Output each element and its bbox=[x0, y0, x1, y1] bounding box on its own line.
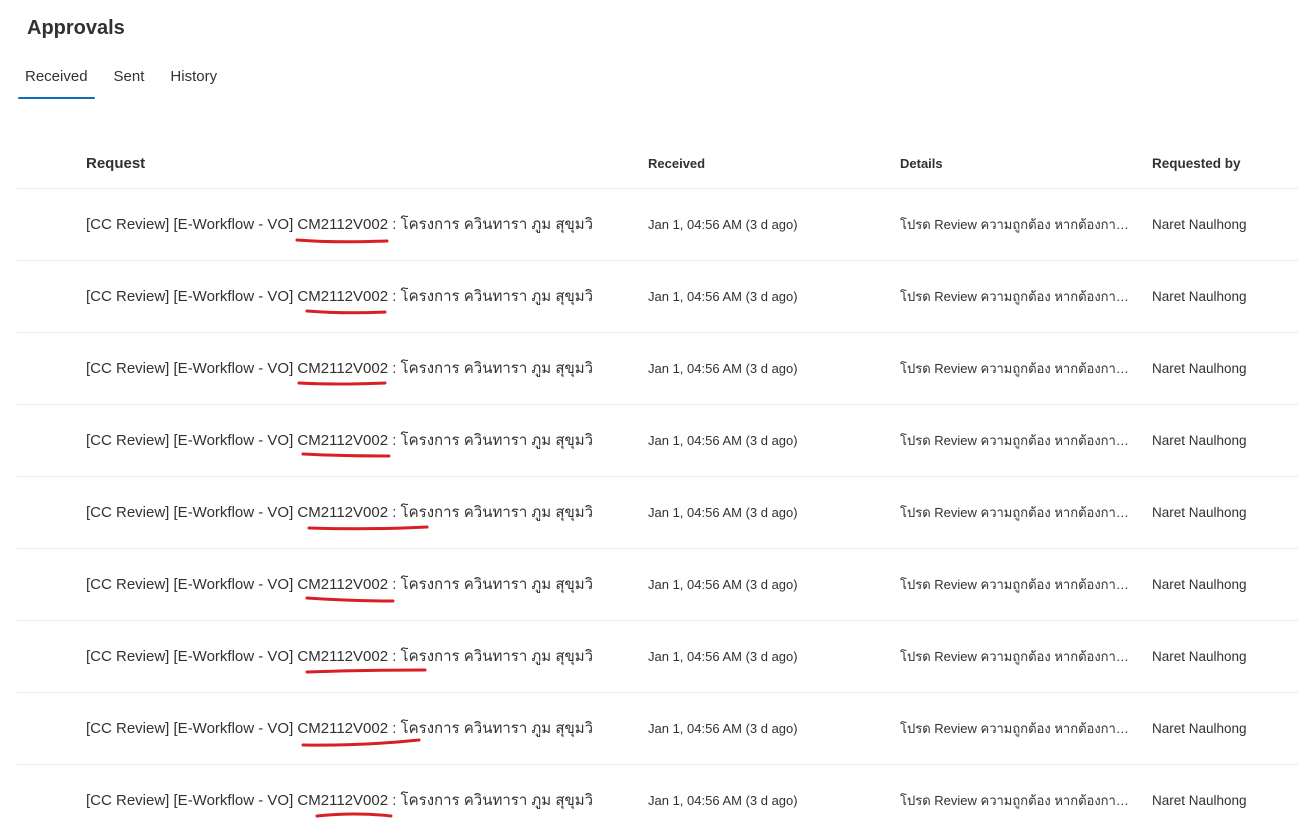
approvals-table: Request Received Details Requested by [C… bbox=[17, 140, 1298, 820]
received-cell: Jan 1, 04:56 AM (3 d ago) bbox=[648, 289, 798, 304]
request-suffix: : โครงการ ควินทารา ภูม สุขุมวิ bbox=[388, 648, 594, 665]
details-cell: โปรด Review ความถูกต้อง หากต้องการ... bbox=[900, 721, 1130, 736]
request-cell[interactable]: [CC Review] [E-Workflow - VO] CM2112V002… bbox=[86, 333, 626, 404]
request-cell[interactable]: [CC Review] [E-Workflow - VO] CM2112V002… bbox=[86, 477, 626, 548]
received-cell: Jan 1, 04:56 AM (3 d ago) bbox=[648, 649, 798, 664]
request-suffix: : โครงการ ควินทารา ภูม สุขุมวิ bbox=[388, 432, 594, 449]
requested-by-cell: Naret Naulhong bbox=[1152, 289, 1247, 304]
details-cell: โปรด Review ความถูกต้อง หากต้องการ... bbox=[900, 505, 1130, 520]
table-row[interactable]: [CC Review] [E-Workflow - VO] CM2112V002… bbox=[17, 477, 1298, 549]
request-prefix: [CC Review] [E-Workflow - VO] bbox=[86, 504, 298, 521]
column-header-requested-by[interactable]: Requested by bbox=[1152, 140, 1292, 188]
request-code: CM2112V002 bbox=[297, 360, 389, 377]
requested-by-cell: Naret Naulhong bbox=[1152, 217, 1247, 232]
request-suffix: : โครงการ ควินทารา ภูม สุขุมวิ bbox=[388, 792, 594, 809]
details-cell: โปรด Review ความถูกต้อง หากต้องการ... bbox=[900, 361, 1130, 376]
requested-by-cell: Naret Naulhong bbox=[1152, 361, 1247, 376]
column-header-received[interactable]: Received bbox=[648, 140, 868, 188]
request-suffix: : โครงการ ควินทารา ภูม สุขุมวิ bbox=[388, 504, 594, 521]
received-cell: Jan 1, 04:56 AM (3 d ago) bbox=[648, 577, 798, 592]
request-suffix: : โครงการ ควินทารา ภูม สุขุมวิ bbox=[388, 360, 594, 377]
request-code: CM2112V002 bbox=[297, 720, 389, 737]
table-body: [CC Review] [E-Workflow - VO] CM2112V002… bbox=[17, 189, 1298, 820]
table-row[interactable]: [CC Review] [E-Workflow - VO] CM2112V002… bbox=[17, 189, 1298, 261]
table-row[interactable]: [CC Review] [E-Workflow - VO] CM2112V002… bbox=[17, 405, 1298, 477]
request-prefix: [CC Review] [E-Workflow - VO] bbox=[86, 360, 298, 377]
request-cell[interactable]: [CC Review] [E-Workflow - VO] CM2112V002… bbox=[86, 621, 626, 692]
tab-history[interactable]: History bbox=[163, 62, 224, 96]
requested-by-cell: Naret Naulhong bbox=[1152, 649, 1247, 664]
requested-by-cell: Naret Naulhong bbox=[1152, 505, 1247, 520]
details-cell: โปรด Review ความถูกต้อง หากต้องการ... bbox=[900, 433, 1130, 448]
page-title: Approvals bbox=[27, 17, 125, 39]
requested-by-cell: Naret Naulhong bbox=[1152, 793, 1247, 808]
table-row[interactable]: [CC Review] [E-Workflow - VO] CM2112V002… bbox=[17, 261, 1298, 333]
request-suffix: : โครงการ ควินทารา ภูม สุขุมวิ bbox=[388, 720, 594, 737]
request-code: CM2112V002 bbox=[297, 504, 389, 521]
received-cell: Jan 1, 04:56 AM (3 d ago) bbox=[648, 433, 798, 448]
details-cell: โปรด Review ความถูกต้อง หากต้องการ... bbox=[900, 217, 1130, 232]
table-row[interactable]: [CC Review] [E-Workflow - VO] CM2112V002… bbox=[17, 621, 1298, 693]
request-suffix: : โครงการ ควินทารา ภูม สุขุมวิ bbox=[388, 288, 594, 305]
table-row[interactable]: [CC Review] [E-Workflow - VO] CM2112V002… bbox=[17, 765, 1298, 820]
request-cell[interactable]: [CC Review] [E-Workflow - VO] CM2112V002… bbox=[86, 765, 626, 820]
request-cell[interactable]: [CC Review] [E-Workflow - VO] CM2112V002… bbox=[86, 261, 626, 332]
request-cell[interactable]: [CC Review] [E-Workflow - VO] CM2112V002… bbox=[86, 189, 626, 260]
received-cell: Jan 1, 04:56 AM (3 d ago) bbox=[648, 505, 798, 520]
request-prefix: [CC Review] [E-Workflow - VO] bbox=[86, 792, 298, 809]
request-prefix: [CC Review] [E-Workflow - VO] bbox=[86, 288, 298, 305]
requested-by-cell: Naret Naulhong bbox=[1152, 721, 1247, 736]
table-row[interactable]: [CC Review] [E-Workflow - VO] CM2112V002… bbox=[17, 549, 1298, 621]
request-cell[interactable]: [CC Review] [E-Workflow - VO] CM2112V002… bbox=[86, 693, 626, 764]
request-suffix: : โครงการ ควินทารา ภูม สุขุมวิ bbox=[388, 576, 594, 593]
table-row[interactable]: [CC Review] [E-Workflow - VO] CM2112V002… bbox=[17, 693, 1298, 765]
request-prefix: [CC Review] [E-Workflow - VO] bbox=[86, 648, 298, 665]
request-suffix: : โครงการ ควินทารา ภูม สุขุมวิ bbox=[388, 216, 594, 233]
received-cell: Jan 1, 04:56 AM (3 d ago) bbox=[648, 793, 798, 808]
request-code: CM2112V002 bbox=[297, 216, 389, 233]
requested-by-cell: Naret Naulhong bbox=[1152, 577, 1247, 592]
request-code: CM2112V002 bbox=[297, 576, 389, 593]
request-prefix: [CC Review] [E-Workflow - VO] bbox=[86, 432, 298, 449]
tab-received[interactable]: Received bbox=[18, 62, 95, 99]
details-cell: โปรด Review ความถูกต้อง หากต้องการ... bbox=[900, 649, 1130, 664]
request-cell[interactable]: [CC Review] [E-Workflow - VO] CM2112V002… bbox=[86, 405, 626, 476]
request-code: CM2112V002 bbox=[297, 288, 389, 305]
details-cell: โปรด Review ความถูกต้อง หากต้องการ... bbox=[900, 793, 1130, 808]
requested-by-cell: Naret Naulhong bbox=[1152, 433, 1247, 448]
request-prefix: [CC Review] [E-Workflow - VO] bbox=[86, 216, 298, 233]
tab-bar: Received Sent History bbox=[18, 62, 236, 99]
details-cell: โปรด Review ความถูกต้อง หากต้องการ... bbox=[900, 577, 1130, 592]
request-prefix: [CC Review] [E-Workflow - VO] bbox=[86, 576, 298, 593]
received-cell: Jan 1, 04:56 AM (3 d ago) bbox=[648, 721, 798, 736]
received-cell: Jan 1, 04:56 AM (3 d ago) bbox=[648, 217, 798, 232]
column-header-request[interactable]: Request bbox=[86, 140, 626, 188]
request-prefix: [CC Review] [E-Workflow - VO] bbox=[86, 720, 298, 737]
request-code: CM2112V002 bbox=[297, 432, 389, 449]
table-header: Request Received Details Requested by bbox=[17, 140, 1298, 189]
received-cell: Jan 1, 04:56 AM (3 d ago) bbox=[648, 361, 798, 376]
table-row[interactable]: [CC Review] [E-Workflow - VO] CM2112V002… bbox=[17, 333, 1298, 405]
tab-sent[interactable]: Sent bbox=[107, 62, 152, 96]
details-cell: โปรด Review ความถูกต้อง หากต้องการ... bbox=[900, 289, 1130, 304]
request-code: CM2112V002 bbox=[297, 648, 389, 665]
column-header-details[interactable]: Details bbox=[900, 140, 1130, 188]
request-code: CM2112V002 bbox=[297, 792, 389, 809]
request-cell[interactable]: [CC Review] [E-Workflow - VO] CM2112V002… bbox=[86, 549, 626, 620]
